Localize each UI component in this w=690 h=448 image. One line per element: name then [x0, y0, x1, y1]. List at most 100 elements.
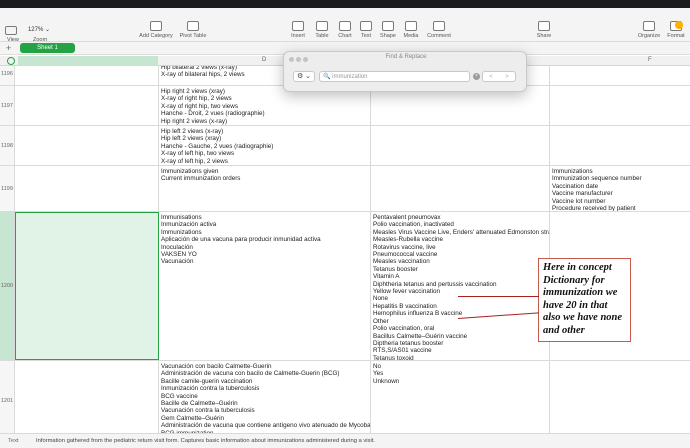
cell-line: Bacillus Calmette–Guérin vaccine — [373, 332, 468, 340]
insert-icon — [292, 21, 304, 31]
cell-line: Diphtheria tetanus and pertussis vaccina… — [373, 280, 497, 288]
top-window-bar — [0, 0, 690, 8]
table-row: 1201 Vacunación con bacilo Calmette-Gueri… — [0, 361, 690, 433]
cell-line: VAKSEN YO — [161, 251, 197, 259]
row-number[interactable]: 1199 — [0, 166, 15, 211]
cell-line: Vacunación con bacilo Calmette-Guerin — [161, 363, 272, 370]
add-sheet-button[interactable]: + — [6, 42, 11, 54]
cell-line: Vitamin A — [373, 273, 400, 281]
cell-line: Immunizations given — [161, 168, 219, 175]
find-next-button[interactable]: > — [505, 72, 509, 81]
pivot-table-button[interactable]: Pivot Table — [177, 8, 209, 42]
organize-button[interactable]: Organize — [636, 8, 662, 42]
media-button[interactable]: Media — [401, 8, 421, 42]
find-navigation: < > — [482, 71, 516, 82]
row-number[interactable]: 1196 — [0, 66, 15, 85]
share-button[interactable]: Share — [534, 8, 554, 42]
cell-line: Immunization sequence number — [552, 175, 642, 183]
row-number[interactable]: 1197 — [0, 86, 15, 125]
cell-line: No — [373, 363, 382, 370]
cell-line: BCG vaccine — [161, 392, 198, 400]
column-header-f[interactable]: F — [648, 57, 652, 63]
table-cell-d[interactable]: Immunizations given Current immunization … — [159, 166, 371, 211]
format-label: Format — [667, 33, 685, 39]
spreadsheet-grid: 1196 Hip bilateral 2 views (x-ray) X-ray o… — [0, 66, 690, 433]
shape-button[interactable]: Shape — [378, 8, 398, 42]
cell-line: Vacunación — [161, 258, 194, 266]
cell-line: Current immunization orders — [161, 175, 241, 183]
cell-line: Measles vaccination — [373, 258, 430, 266]
shape-icon — [382, 21, 394, 31]
find-previous-button[interactable]: < — [489, 72, 493, 81]
table-cell-c[interactable] — [15, 166, 159, 211]
table-cell-e[interactable]: Pentavalent pneumovax Polio vaccination, … — [371, 212, 550, 360]
row-number[interactable]: 1201 — [0, 361, 15, 433]
cell-line: Pentavalent pneumovax — [373, 214, 441, 221]
cell-line: X-ray of left hip, two views — [161, 150, 235, 158]
table-cell-e[interactable] — [371, 166, 550, 211]
annotation-arrow-none — [458, 296, 539, 297]
table-cell-c[interactable] — [15, 212, 159, 360]
row-number[interactable]: 1200 — [0, 212, 15, 360]
cell-line: Administración de vacuna con bacilo de C… — [161, 370, 340, 378]
cell-line: Tetanus booster — [373, 265, 418, 273]
table-cell-c[interactable] — [15, 66, 159, 85]
cell-line: Hanche - Gauche, 2 vues (radiographie) — [161, 142, 274, 150]
cell-line: Hanche - Droit, 2 vues (radiographie) — [161, 110, 265, 118]
cell-line: Vaccine lot number — [552, 197, 606, 205]
chart-button[interactable]: Chart — [335, 8, 355, 42]
table-cell-c[interactable] — [15, 126, 159, 165]
cell-line: Polio vaccination, oral — [373, 325, 435, 333]
table-cell-f[interactable]: Immunizations Immunization sequence numbe… — [550, 166, 690, 211]
cell-line: Bacille camile-guerin vaccination — [161, 377, 253, 385]
column-header-d[interactable]: D — [262, 57, 266, 63]
cell-line: Polio vaccination, inactivated — [373, 221, 454, 229]
cell-line: Pneumococcal vaccine — [373, 251, 438, 259]
add-category-label: Add Category — [139, 33, 173, 39]
cell-line: Administración de vacuna que contiene an… — [161, 422, 371, 430]
media-icon — [405, 21, 417, 31]
chart-label: Chart — [338, 33, 352, 39]
add-category-button[interactable]: Add Category — [136, 8, 176, 42]
cell-line: Yes — [373, 370, 384, 378]
comment-button[interactable]: Comment — [425, 8, 453, 42]
table-cell-d[interactable]: Hip left 2 views (x-ray) Hip left 2 views… — [159, 126, 371, 165]
chart-icon — [339, 21, 351, 31]
find-search-input[interactable]: 🔍 immunization — [319, 71, 470, 82]
table-cell-c[interactable] — [15, 361, 159, 433]
table-label: Table — [315, 33, 329, 39]
table-cell-f[interactable] — [550, 361, 690, 433]
insert-button[interactable]: Insert — [288, 8, 308, 42]
sheet-tab-active[interactable]: Sheet 1 — [20, 43, 75, 53]
column-header-c[interactable] — [18, 56, 158, 66]
table-cell-e[interactable]: No Yes Unknown — [371, 361, 550, 433]
table-cell-f[interactable] — [550, 86, 690, 125]
table-cell-c[interactable] — [15, 86, 159, 125]
find-replace-dialog: Find & Replace ⚙ ⌄ 🔍 immunization × < > — [283, 51, 527, 92]
table-row: 1197 Hip right 2 views (xray) X-ray of rig… — [0, 86, 690, 126]
add-category-icon — [150, 21, 162, 31]
table-cell-d[interactable]: Immunisations Inmunización activa Immuniza… — [159, 212, 371, 360]
zoom-select[interactable]: 127% ⌄ — [25, 24, 53, 34]
table-cell-e[interactable] — [371, 126, 550, 165]
clear-search-icon[interactable]: × — [473, 73, 480, 80]
table-button[interactable]: Table — [312, 8, 332, 42]
select-all-icon[interactable] — [7, 57, 15, 65]
cell-line: Gem Calmette–Guérin — [161, 414, 224, 422]
shape-label: Shape — [380, 33, 396, 39]
sidebar-view-icon[interactable] — [5, 26, 17, 35]
table-row: 1198 Hip left 2 views (x-ray) Hip left 2 v… — [0, 126, 690, 166]
account-avatar[interactable] — [675, 21, 683, 29]
row-number[interactable]: 1198 — [0, 126, 15, 165]
text-button[interactable]: Text — [357, 8, 375, 42]
cell-line: Yellow fever vaccination — [373, 288, 440, 296]
share-label: Share — [536, 33, 552, 39]
table-cell-f[interactable] — [550, 126, 690, 165]
cell-line: Vaccine manufacturer — [552, 190, 613, 198]
cell-line: Immunizations — [161, 228, 202, 236]
find-options-gear-icon[interactable]: ⚙ ⌄ — [293, 71, 315, 82]
table-cell-f[interactable] — [550, 66, 690, 85]
cell-line: Procedure received by patient — [552, 205, 636, 211]
cell-line: Immunisations — [161, 214, 202, 221]
table-cell-d[interactable]: Vacunación con bacilo Calmette-Guerin Adm… — [159, 361, 371, 433]
